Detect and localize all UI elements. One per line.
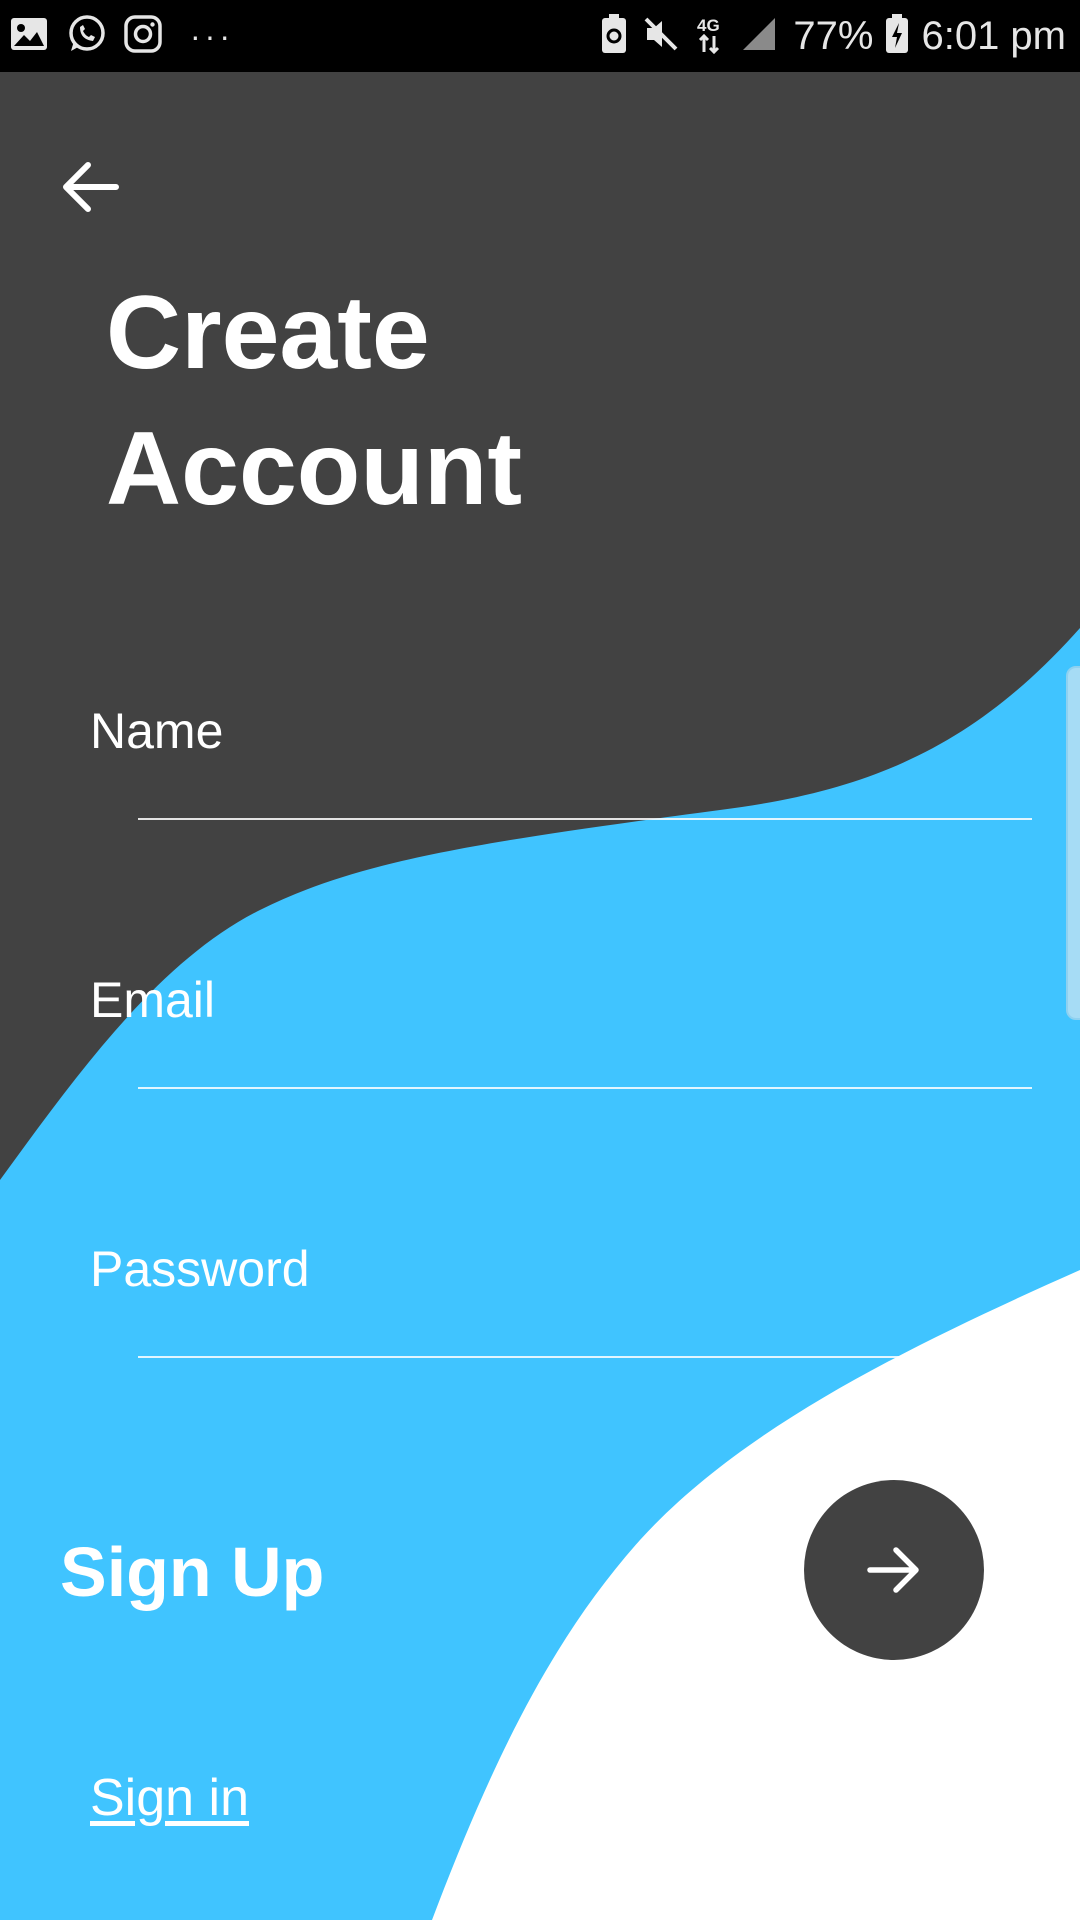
whatsapp-icon (66, 14, 106, 59)
page-title: Create Account (106, 265, 806, 537)
status-bar-left: ··· (10, 14, 234, 59)
network-type-text: 4G (697, 16, 720, 35)
page-title-line-1: Create (106, 275, 430, 391)
network-4g-icon: 4G (695, 14, 725, 59)
sign-in-link[interactable]: Sign in (90, 1768, 249, 1828)
mute-icon (643, 16, 679, 57)
status-bar-right: 4G 77% 6:01 pm (601, 13, 1066, 59)
arrow-left-icon (63, 162, 119, 212)
create-account-screen: ··· 4G 77% 6:01 pm Create Account Name E… (0, 0, 1080, 1920)
edge-panel-handle[interactable] (1066, 666, 1080, 1020)
clock: 6:01 pm (921, 13, 1066, 58)
status-bar: ··· 4G 77% 6:01 pm (0, 0, 1080, 72)
email-field[interactable] (138, 1029, 1032, 1089)
password-label: Password (90, 1241, 310, 1297)
more-notifications-icon: ··· (190, 18, 234, 54)
image-icon (10, 17, 48, 56)
password-field[interactable] (138, 1298, 1032, 1358)
sign-up-label: Sign Up (60, 1533, 325, 1611)
battery-icon (885, 13, 909, 59)
sign-up-submit-button[interactable] (804, 1480, 984, 1660)
back-button[interactable] (56, 152, 126, 222)
battery-percent: 77% (793, 13, 874, 58)
name-label: Name (90, 703, 224, 759)
page-title-line-2: Account (106, 411, 522, 527)
arrow-right-icon (867, 1547, 919, 1593)
signal-icon (741, 16, 777, 57)
battery-saver-icon (601, 13, 627, 59)
name-field[interactable] (138, 760, 1032, 820)
email-label: Email (90, 972, 216, 1028)
instagram-icon (124, 14, 162, 58)
